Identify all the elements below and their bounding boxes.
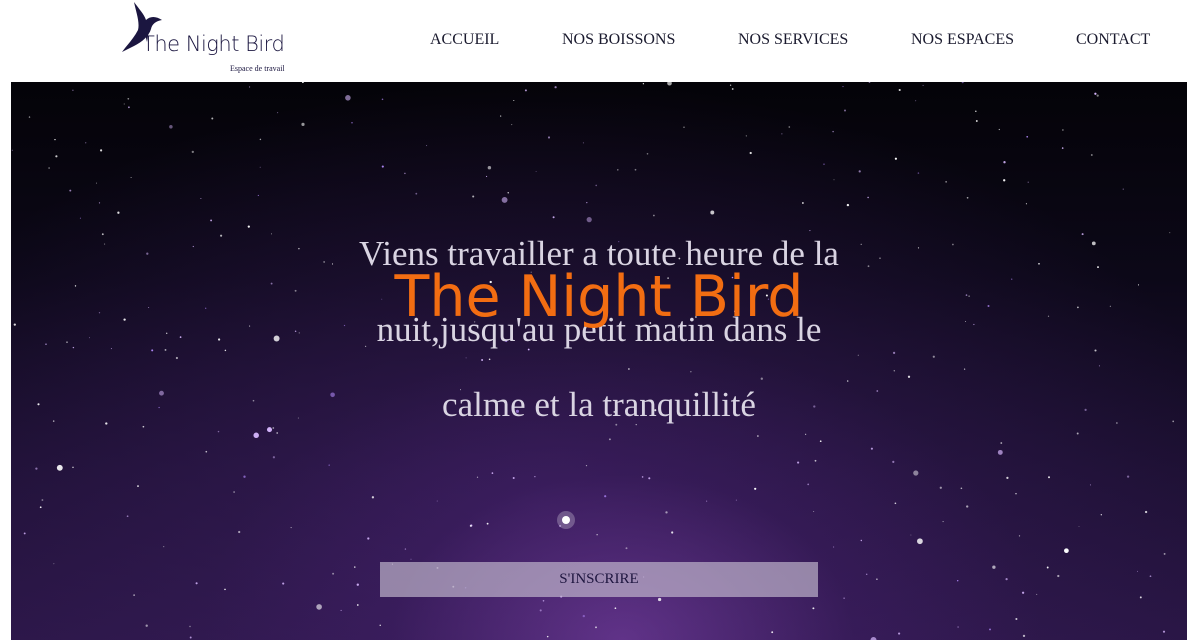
nav-item-accueil[interactable]: ACCUEIL <box>430 31 499 49</box>
nav-item-contact[interactable]: CONTACT <box>1076 31 1150 49</box>
logo[interactable]: The Night Bird Espace de travail <box>118 0 298 78</box>
hero-title: The Night Bird <box>394 264 804 330</box>
nav-item-nos-services[interactable]: NOS SERVICES <box>738 31 848 49</box>
site-header: The Night Bird Espace de travail ACCUEIL… <box>0 0 1197 82</box>
logo-tagline: Espace de travail <box>230 64 285 73</box>
logo-name: The Night Bird <box>142 32 285 56</box>
hero-section: Viens travailler a toute heure de la nui… <box>11 82 1187 640</box>
starry-sky-background <box>11 82 1175 640</box>
hero-tagline-line-3: calme et la tranquillité <box>442 385 756 424</box>
nav-item-nos-boissons[interactable]: NOS BOISSONS <box>562 31 675 49</box>
nav-item-nos-espaces[interactable]: NOS ESPACES <box>911 31 1014 49</box>
signup-button[interactable]: S'INSCRIRE <box>380 562 818 597</box>
